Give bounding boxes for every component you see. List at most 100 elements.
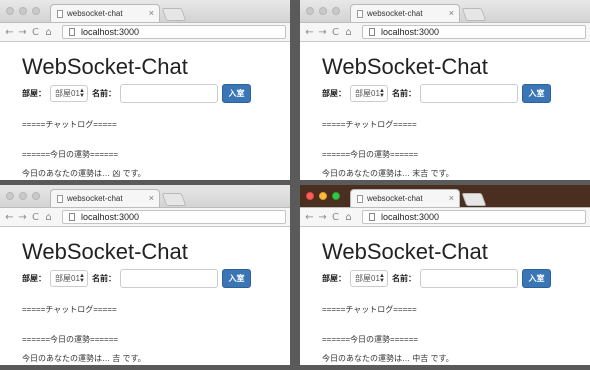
name-input[interactable] xyxy=(120,269,218,288)
document-icon xyxy=(357,194,363,203)
join-form: 部屋： 部屋01 ▲ ▼ 名前： 入室 xyxy=(322,84,590,103)
fortune-header: ======今日の運勢====== xyxy=(322,150,419,159)
page-content: WebSocket-Chat 部屋： 部屋01 ▲ ▼ 名前： 入室 =====チ… xyxy=(0,42,290,179)
minimize-window-button[interactable] xyxy=(319,7,327,15)
zoom-window-button[interactable] xyxy=(32,192,40,200)
name-input[interactable] xyxy=(120,84,218,103)
close-icon[interactable]: × xyxy=(449,193,454,203)
close-icon[interactable]: × xyxy=(449,8,454,18)
home-icon[interactable]: ⌂ xyxy=(42,27,55,38)
browser-toolbar: ← → C ⌂ localhost:3000 xyxy=(300,23,590,42)
address-bar[interactable]: localhost:3000 xyxy=(362,25,586,39)
close-window-button[interactable] xyxy=(6,7,14,15)
fortune-header: ======今日の運勢====== xyxy=(22,150,119,159)
enter-room-button[interactable]: 入室 xyxy=(222,84,251,103)
back-icon[interactable]: ← xyxy=(3,212,16,223)
browser-window-2: websocket-chat × ← → C ⌂ localhost:3000 … xyxy=(300,0,590,180)
chat-log-header: =====チャットログ===== xyxy=(322,305,417,314)
chat-log-header: =====チャットログ===== xyxy=(22,120,117,129)
reload-icon[interactable]: C xyxy=(29,27,42,38)
name-label: 名前： xyxy=(392,274,416,283)
browser-tab[interactable]: websocket-chat × xyxy=(350,189,460,207)
room-label: 部屋： xyxy=(22,89,46,98)
forward-icon[interactable]: → xyxy=(16,212,29,223)
browser-tab[interactable]: websocket-chat × xyxy=(50,4,160,22)
name-input[interactable] xyxy=(420,269,518,288)
close-window-button[interactable] xyxy=(6,192,14,200)
room-select[interactable]: 部屋01 ▲ ▼ xyxy=(50,85,88,102)
home-icon[interactable]: ⌂ xyxy=(42,212,55,223)
room-label: 部屋： xyxy=(322,274,346,283)
address-bar[interactable]: localhost:3000 xyxy=(362,210,586,224)
browser-window-1: websocket-chat × ← → C ⌂ localhost:3000 … xyxy=(0,0,290,180)
titlebar[interactable]: websocket-chat × xyxy=(0,185,290,208)
chat-log-header: =====チャットログ===== xyxy=(322,120,417,129)
minimize-window-button[interactable] xyxy=(319,192,327,200)
url-text: localhost:3000 xyxy=(81,212,140,222)
select-arrows-icon: ▲ ▼ xyxy=(379,88,385,99)
forward-icon[interactable]: → xyxy=(316,212,329,223)
new-tab-button[interactable] xyxy=(161,8,187,21)
name-input[interactable] xyxy=(420,84,518,103)
document-icon xyxy=(357,9,363,18)
address-bar[interactable]: localhost:3000 xyxy=(62,210,286,224)
back-icon[interactable]: ← xyxy=(303,212,316,223)
back-icon[interactable]: ← xyxy=(3,27,16,38)
titlebar[interactable]: websocket-chat × xyxy=(300,185,590,208)
home-icon[interactable]: ⌂ xyxy=(342,212,355,223)
page-title: WebSocket-Chat xyxy=(22,239,188,264)
close-icon[interactable]: × xyxy=(149,193,154,203)
new-tab-button[interactable] xyxy=(461,193,487,206)
browser-tab[interactable]: websocket-chat × xyxy=(50,189,160,207)
page-title: WebSocket-Chat xyxy=(322,54,488,79)
zoom-window-button[interactable] xyxy=(32,7,40,15)
zoom-window-button[interactable] xyxy=(332,192,340,200)
fortune-header: ======今日の運勢====== xyxy=(22,335,119,344)
room-select[interactable]: 部屋01 ▲ ▼ xyxy=(50,270,88,287)
minimize-window-button[interactable] xyxy=(19,192,27,200)
close-icon[interactable]: × xyxy=(149,8,154,18)
close-window-button[interactable] xyxy=(306,7,314,15)
reload-icon[interactable]: C xyxy=(329,212,342,223)
titlebar[interactable]: websocket-chat × xyxy=(300,0,590,23)
chat-log-header: =====チャットログ===== xyxy=(22,305,117,314)
room-label: 部屋： xyxy=(22,274,46,283)
enter-room-button[interactable]: 入室 xyxy=(522,269,551,288)
room-select[interactable]: 部屋01 ▲ ▼ xyxy=(350,270,388,287)
new-tab-button[interactable] xyxy=(461,8,487,21)
document-icon xyxy=(57,9,63,18)
close-window-button[interactable] xyxy=(306,192,314,200)
select-arrows-icon: ▲ ▼ xyxy=(379,273,385,284)
address-bar[interactable]: localhost:3000 xyxy=(62,25,286,39)
reload-icon[interactable]: C xyxy=(29,212,42,223)
browser-toolbar: ← → C ⌂ localhost:3000 xyxy=(0,208,290,227)
browser-tab[interactable]: websocket-chat × xyxy=(350,4,460,22)
select-arrows-icon: ▲ ▼ xyxy=(79,273,85,284)
forward-icon[interactable]: → xyxy=(16,27,29,38)
room-select-value: 部屋01 xyxy=(55,274,80,283)
room-select-value: 部屋01 xyxy=(55,89,80,98)
zoom-window-button[interactable] xyxy=(332,7,340,15)
browser-toolbar: ← → C ⌂ localhost:3000 xyxy=(300,208,590,227)
page-icon xyxy=(69,213,75,221)
back-icon[interactable]: ← xyxy=(303,27,316,38)
page-icon xyxy=(369,213,375,221)
name-label: 名前： xyxy=(92,274,116,283)
reload-icon[interactable]: C xyxy=(329,27,342,38)
new-tab-button[interactable] xyxy=(161,193,187,206)
join-form: 部屋： 部屋01 ▲ ▼ 名前： 入室 xyxy=(22,269,290,288)
fortune-text: 今日のあなたの運勢は… 吉 です。 xyxy=(22,354,146,363)
forward-icon[interactable]: → xyxy=(316,27,329,38)
window-controls xyxy=(306,192,340,200)
page-content: WebSocket-Chat 部屋： 部屋01 ▲ ▼ 名前： 入室 =====チ… xyxy=(300,42,590,179)
room-select[interactable]: 部屋01 ▲ ▼ xyxy=(350,85,388,102)
titlebar[interactable]: websocket-chat × xyxy=(0,0,290,23)
enter-room-button[interactable]: 入室 xyxy=(222,269,251,288)
enter-room-button[interactable]: 入室 xyxy=(522,84,551,103)
tab-title: websocket-chat xyxy=(367,194,423,203)
window-controls xyxy=(6,7,40,15)
select-arrows-icon: ▲ ▼ xyxy=(79,88,85,99)
minimize-window-button[interactable] xyxy=(19,7,27,15)
home-icon[interactable]: ⌂ xyxy=(342,27,355,38)
fortune-text: 今日のあなたの運勢は… 末吉 です。 xyxy=(322,169,454,178)
